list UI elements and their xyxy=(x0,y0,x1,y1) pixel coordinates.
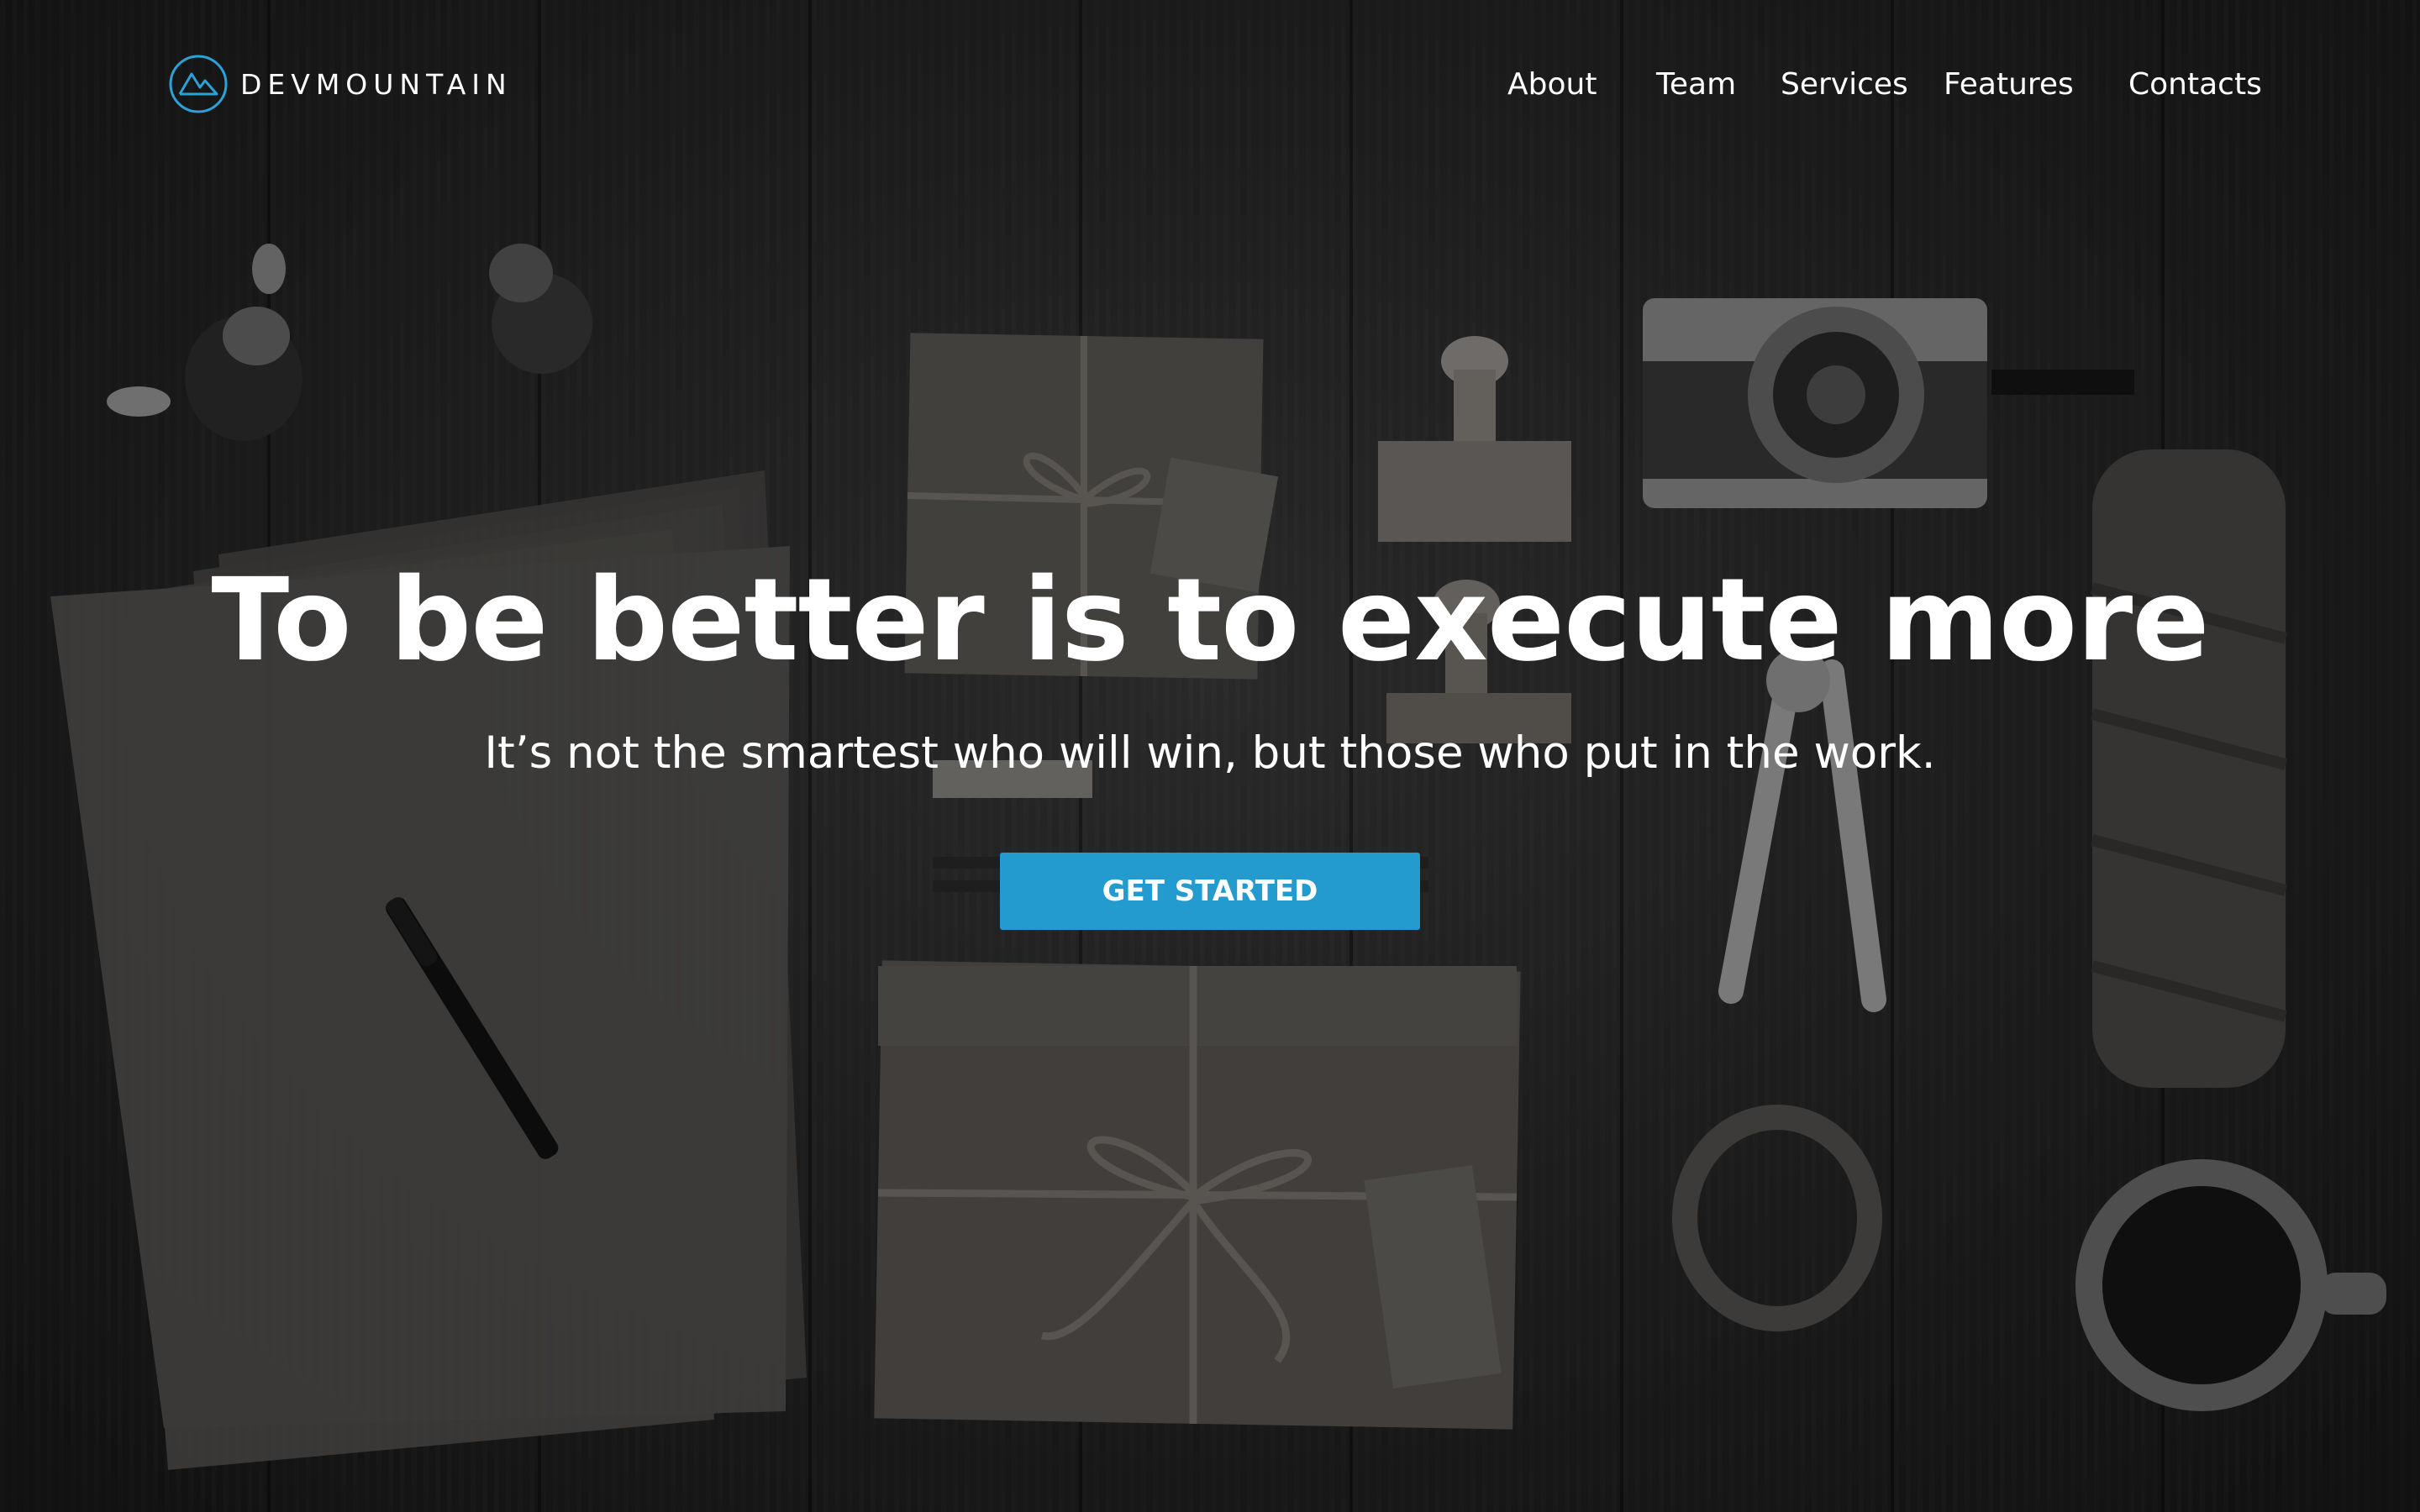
hero-section: DEVMOUNTAIN About Team Services Features… xyxy=(0,0,2420,1512)
get-started-button[interactable]: GET STARTED xyxy=(1000,853,1420,930)
top-navbar: DEVMOUNTAIN About Team Services Features… xyxy=(0,50,2420,118)
nav-about[interactable]: About xyxy=(1507,67,1597,102)
nav-links: About Team Services Features Contacts xyxy=(0,67,2420,109)
hero-headline: To be better is to execute more xyxy=(211,554,2209,687)
nav-services[interactable]: Services xyxy=(1781,67,1908,102)
nav-team[interactable]: Team xyxy=(1656,67,1736,102)
hero-subheadline: It’s not the smartest who will win, but … xyxy=(484,727,1936,779)
nav-features[interactable]: Features xyxy=(1944,67,2074,102)
nav-contacts[interactable]: Contacts xyxy=(2128,67,2262,102)
